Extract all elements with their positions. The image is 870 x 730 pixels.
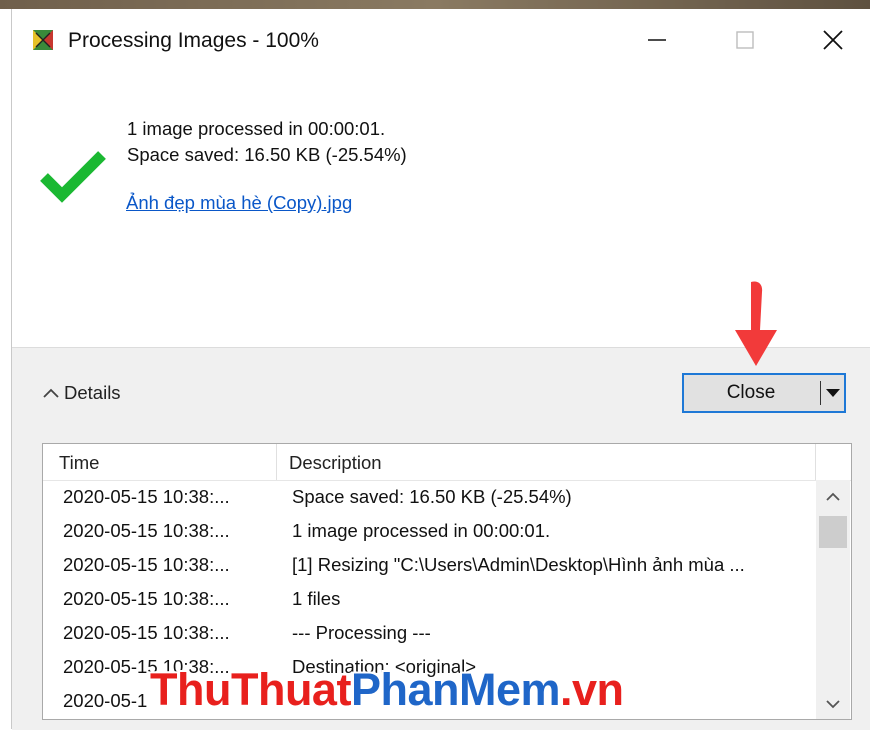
close-split-button[interactable]: Close [682,373,846,413]
log-row[interactable]: 2020-05-15 10:38:... 1 image processed i… [43,515,815,549]
scroll-down-button[interactable] [816,689,850,719]
log-row[interactable]: 2020-05-15 10:38:... Space saved: 16.50 … [43,481,815,515]
summary-processed: 1 image processed in 00:00:01. [127,118,386,139]
chevron-up-icon [43,388,59,398]
window-title: Processing Images - 100% [68,29,319,52]
watermark: ThuThuatPhanMem.vn [150,664,624,716]
log-description: Space saved: 16.50 KB (-25.54%) [292,486,572,507]
minimize-button[interactable] [634,17,680,63]
checkmark-icon [40,151,106,203]
close-button-label: Close [726,382,776,403]
log-description: [1] Resizing "C:\Users\Admin\Desktop\Hìn… [292,554,745,575]
log-description: 1 image processed in 00:00:01. [292,520,551,541]
close-window-button[interactable] [810,17,856,63]
log-time: 2020-05-15 10:38:... [63,520,230,541]
split-separator [820,381,821,405]
close-dropdown-button[interactable] [822,375,844,411]
scroll-up-button[interactable] [816,482,850,512]
details-toggle[interactable]: Details [42,382,121,404]
watermark-part1: ThuThuat [150,664,351,715]
log-description: 1 files [292,588,341,609]
column-header-description[interactable]: Description [289,452,382,474]
vertical-scrollbar[interactable] [816,480,850,719]
column-header-time[interactable]: Time [59,452,99,474]
scrollbar-thumb[interactable] [819,516,847,548]
scroll-down-icon [826,700,840,709]
summary-space-saved: Space saved: 16.50 KB (-25.54%) [127,144,407,165]
dropdown-arrow-icon [826,389,840,397]
app-icon [33,30,53,50]
scroll-up-icon [826,492,840,501]
watermark-part3: .vn [560,664,624,715]
log-time: 2020-05-15 10:38:... [63,622,230,643]
log-time: 2020-05-15 10:38:... [63,554,230,575]
column-divider[interactable] [276,444,277,480]
log-time: 2020-05-15 10:38:... [63,588,230,609]
maximize-icon [736,31,754,49]
background-strip [0,0,870,9]
title-bar[interactable]: Processing Images - 100% [12,9,870,71]
output-file-link[interactable]: Ảnh đẹp mùa hè (Copy).jpg [126,192,352,214]
column-divider [815,444,816,480]
annotation-arrow [735,281,777,366]
maximize-button[interactable] [722,17,768,63]
log-header: Time Description [43,444,851,481]
minimize-icon [648,39,666,41]
log-row[interactable]: 2020-05-15 10:38:... [1] Resizing "C:\Us… [43,549,815,583]
close-icon [823,30,843,50]
log-row[interactable]: 2020-05-15 10:38:... 1 files [43,583,815,617]
close-button[interactable]: Close [684,375,818,411]
log-row[interactable]: 2020-05-15 10:38:... --- Processing --- [43,617,815,651]
log-time: 2020-05-15 10:38:... [63,486,230,507]
log-description: --- Processing --- [292,622,431,643]
details-label: Details [64,382,121,403]
watermark-part2: PhanMem [350,664,561,715]
